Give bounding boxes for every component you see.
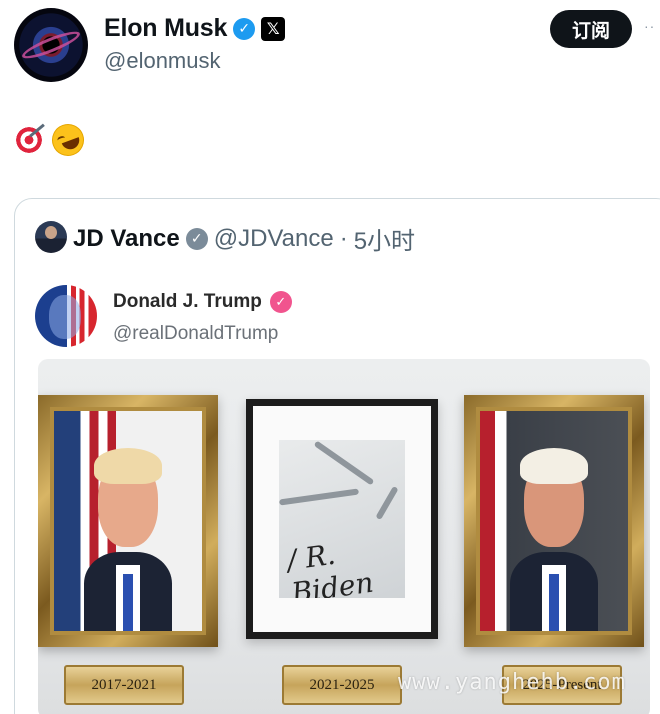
- left-portrait-frame: [38, 395, 218, 647]
- plaque-2021-2025: 2021-2025: [282, 665, 402, 705]
- smiling-portrait: [50, 407, 206, 635]
- portrait-gallery-image[interactable]: / R. Biden 2017-2021 2021-2025 2025-Pres…: [38, 359, 650, 714]
- signature-text: / R. Biden: [284, 537, 376, 598]
- author-avatar[interactable]: [14, 8, 88, 82]
- quoted-author-row: JD Vance ✓ @JDVance · 5小时: [73, 221, 415, 256]
- autopen-pen: [375, 485, 399, 521]
- frame-mat: / R. Biden: [253, 406, 431, 632]
- nested-author-handle[interactable]: @realDonaldTrump: [113, 323, 278, 345]
- verified-check-icon: ✓: [233, 17, 256, 40]
- autopen-arm: [313, 440, 375, 486]
- autopen-arm: [279, 488, 360, 506]
- nested-author-row: Donald J. Trump ✓: [113, 291, 292, 313]
- quoted-author-avatar[interactable]: [35, 221, 67, 253]
- nested-author-avatar[interactable]: [35, 285, 97, 347]
- author-name-row: Elon Musk ✓ 𝕏: [104, 14, 286, 43]
- direct-hit-emoji-icon: [14, 125, 44, 155]
- separator-dot: ·: [339, 224, 348, 252]
- pink-verified-icon: ✓: [269, 291, 292, 313]
- site-watermark: www.yanghehb.com: [398, 670, 626, 695]
- subscribe-button[interactable]: 订阅: [550, 10, 632, 48]
- x-logo-icon: 𝕏: [261, 16, 286, 41]
- black-hole-ring: [19, 26, 83, 64]
- author-name[interactable]: Elon Musk: [104, 14, 227, 43]
- tweet-text: [14, 119, 89, 161]
- quoted-timestamp[interactable]: 5小时: [354, 221, 415, 256]
- quoted-author-handle[interactable]: @JDVance: [214, 225, 334, 253]
- center-autopen-frame: / R. Biden: [246, 399, 438, 639]
- gray-verified-icon: ✓: [185, 227, 208, 250]
- right-portrait-frame: [464, 395, 644, 647]
- autopen-photo: / R. Biden: [279, 440, 405, 598]
- quoted-tweet-card[interactable]: JD Vance ✓ @JDVance · 5小时 Donald J. Trum…: [14, 198, 660, 714]
- hair-shape: [519, 448, 589, 484]
- stern-portrait: [476, 407, 632, 635]
- more-options-icon[interactable]: ··: [644, 18, 655, 34]
- tie-shape: [548, 573, 560, 631]
- rolling-laughing-emoji-icon: [47, 119, 89, 161]
- tie-shape: [122, 573, 134, 631]
- quoted-author-name[interactable]: JD Vance: [73, 225, 180, 253]
- plaque-2017-2021: 2017-2021: [64, 665, 184, 705]
- author-handle[interactable]: @elonmusk: [104, 48, 221, 74]
- hair-shape: [93, 448, 163, 484]
- nested-author-name[interactable]: Donald J. Trump: [113, 291, 262, 313]
